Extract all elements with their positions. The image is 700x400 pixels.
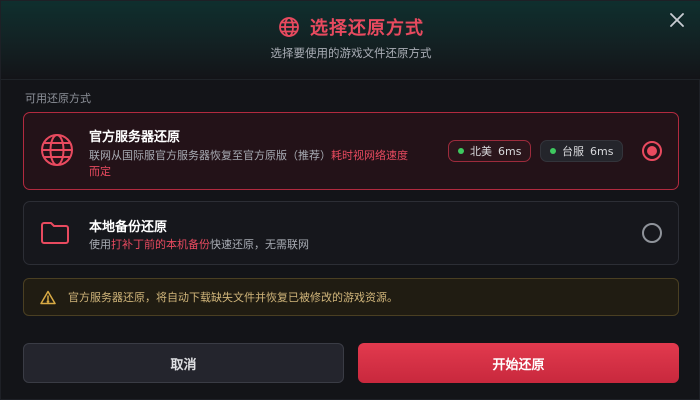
dialog-subtitle: 选择要使用的游戏文件还原方式 — [270, 46, 432, 60]
server-name: 北美 — [470, 145, 492, 158]
cancel-button[interactable]: 取消 — [23, 343, 344, 383]
option-description: 使用打补丁前的本机备份快速还原，无需联网 — [89, 237, 309, 253]
dialog-header: 选择还原方式 选择要使用的游戏文件还原方式 — [1, 1, 700, 80]
server-pill-na[interactable]: 北美 6ms — [448, 140, 532, 162]
option-desc-suffix: 快速还原，无需联网 — [210, 238, 309, 251]
close-icon — [670, 13, 684, 27]
folder-icon — [40, 220, 70, 246]
globe-icon — [40, 133, 74, 167]
dialog-title: 选择还原方式 — [310, 18, 424, 39]
close-button[interactable] — [667, 10, 687, 30]
online-dot-icon — [458, 148, 464, 154]
server-name: 台服 — [562, 145, 584, 158]
restore-dialog: 选择还原方式 选择要使用的游戏文件还原方式 可用还原方式 官方服务器还原 联网从… — [0, 0, 700, 400]
server-pill-tw[interactable]: 台服 6ms — [540, 140, 624, 162]
option-desc-highlight: 打补丁前的本机备份 — [111, 238, 210, 251]
globe-icon — [278, 16, 300, 38]
option-title: 官方服务器还原 — [89, 130, 181, 145]
section-label: 可用还原方式 — [25, 92, 91, 105]
option-official-server[interactable]: 官方服务器还原 联网从国际服官方服务器恢复至官方原版（推荐）耗时视网络速度而定 … — [23, 112, 679, 190]
radio-selected[interactable] — [642, 141, 662, 161]
option-desc-text: 联网从国际服官方服务器恢复至官方原版（推荐） — [89, 149, 331, 162]
title-row: 选择还原方式 — [1, 14, 700, 40]
warning-text: 官方服务器还原，将自动下载缺失文件并恢复已被修改的游戏资源。 — [68, 291, 398, 304]
server-latency: 6ms — [498, 144, 522, 158]
online-dot-icon — [550, 148, 556, 154]
option-title: 本地备份还原 — [89, 220, 168, 235]
option-desc-text: 使用 — [89, 238, 111, 251]
warning-icon — [40, 290, 56, 305]
server-latency: 6ms — [590, 144, 614, 158]
radio-unselected[interactable] — [642, 223, 662, 243]
option-local-backup[interactable]: 本地备份还原 使用打补丁前的本机备份快速还原，无需联网 — [23, 201, 679, 265]
option-description: 联网从国际服官方服务器恢复至官方原版（推荐）耗时视网络速度而定 — [89, 148, 409, 180]
start-restore-button[interactable]: 开始还原 — [358, 343, 679, 383]
warning-banner: 官方服务器还原，将自动下载缺失文件并恢复已被修改的游戏资源。 — [23, 278, 679, 316]
